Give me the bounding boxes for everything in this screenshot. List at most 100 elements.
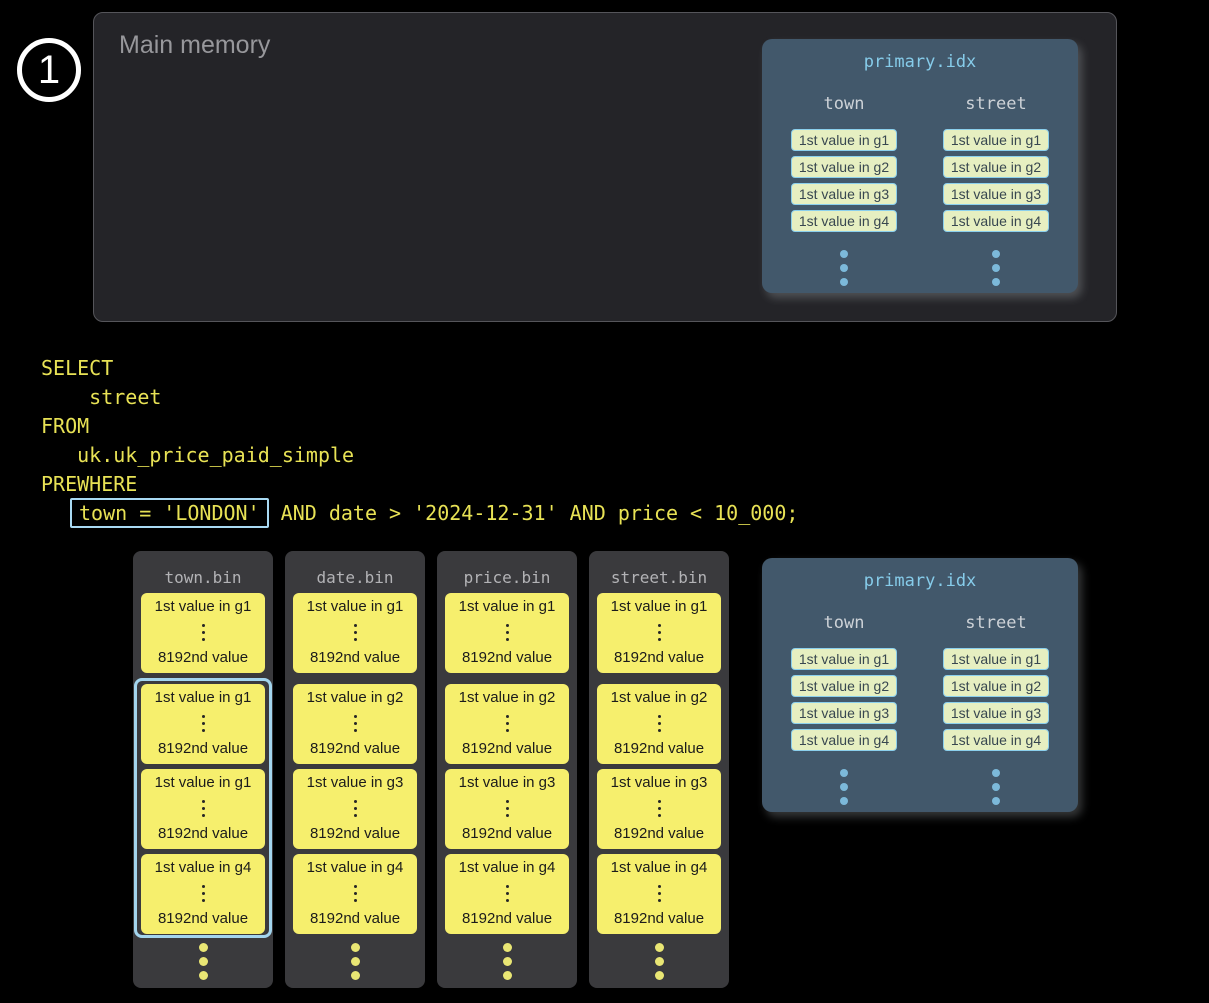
ellipsis-dots	[658, 715, 661, 732]
ellipsis-dots	[589, 943, 729, 980]
index-entry: 1st value in g3	[943, 702, 1049, 724]
sql-line: FROM	[41, 411, 798, 440]
granule-first-value: 1st value in g4	[307, 859, 404, 876]
ellipsis-dots	[506, 715, 509, 732]
column-files-row: town.bin 1st value in g1 8192nd value 1s…	[133, 551, 729, 988]
granule-block: 1st value in g4 8192nd value	[445, 854, 569, 934]
ellipsis-dots	[354, 800, 357, 817]
primary-idx-box-disk: primary.idx town 1st value in g1 1st val…	[762, 558, 1078, 812]
granule-first-value: 1st value in g4	[155, 859, 252, 876]
granule-last-value: 8192nd value	[462, 910, 552, 927]
granule-first-value: 1st value in g1	[611, 598, 708, 615]
ellipsis-dots	[840, 250, 848, 286]
ellipsis-dots	[285, 943, 425, 980]
index-entry: 1st value in g1	[943, 648, 1049, 670]
granule-first-value: 1st value in g1	[155, 689, 252, 706]
index-column-town: town 1st value in g1 1st value in g2 1st…	[791, 93, 897, 286]
granule-last-value: 8192nd value	[310, 825, 400, 842]
ellipsis-dots	[840, 769, 848, 805]
bin-price: price.bin 1st value in g1 8192nd value 1…	[437, 551, 577, 988]
bin-title: street.bin	[589, 568, 729, 587]
granule-block: 1st value in g2 8192nd value	[445, 684, 569, 764]
ellipsis-dots	[992, 769, 1000, 805]
granule-last-value: 8192nd value	[462, 740, 552, 757]
index-column-street: street 1st value in g1 1st value in g2 1…	[943, 612, 1049, 805]
granule-block: 1st value in g2 8192nd value	[293, 684, 417, 764]
granule-last-value: 8192nd value	[614, 740, 704, 757]
primary-idx-title: primary.idx	[864, 570, 977, 592]
granule-last-value: 8192nd value	[158, 649, 248, 666]
granule-block: 1st value in g4 8192nd value	[597, 854, 721, 934]
granule-last-value: 8192nd value	[614, 910, 704, 927]
diagram-canvas: 1 Main memory primary.idx town 1st value…	[0, 0, 1209, 1003]
granule-block: 1st value in g3 8192nd value	[293, 769, 417, 849]
granule-block: 1st value in g3 8192nd value	[597, 769, 721, 849]
index-column-header-town: town	[824, 93, 865, 115]
granule-last-value: 8192nd value	[310, 910, 400, 927]
granule-last-value: 8192nd value	[158, 740, 248, 757]
bin-title: price.bin	[437, 568, 577, 587]
granule-first-value: 1st value in g3	[307, 774, 404, 791]
ellipsis-dots	[506, 885, 509, 902]
granule-first-value: 1st value in g2	[459, 689, 556, 706]
granule-block: 1st value in g1 8192nd value	[597, 593, 721, 673]
granule-last-value: 8192nd value	[158, 825, 248, 842]
sql-line: uk.uk_price_paid_simple	[41, 440, 798, 469]
sql-prewhere-condition: town = 'LONDON' AND date > '2024-12-31' …	[41, 498, 798, 527]
ellipsis-dots	[354, 624, 357, 641]
index-entry: 1st value in g4	[943, 210, 1049, 232]
granule-block: 1st value in g1 8192nd value	[445, 593, 569, 673]
granule-block: 1st value in g1 8192nd value	[293, 593, 417, 673]
main-memory-title: Main memory	[119, 31, 270, 60]
ellipsis-dots	[658, 624, 661, 641]
index-column-header-street: street	[965, 612, 1026, 634]
granule-last-value: 8192nd value	[614, 649, 704, 666]
index-entry: 1st value in g3	[791, 702, 897, 724]
granule-last-value: 8192nd value	[462, 649, 552, 666]
granule-first-value: 1st value in g2	[611, 689, 708, 706]
granule-first-value: 1st value in g3	[459, 774, 556, 791]
index-column-street: street 1st value in g1 1st value in g2 1…	[943, 93, 1049, 286]
index-entry: 1st value in g4	[791, 729, 897, 751]
bin-date: date.bin 1st value in g1 8192nd value 1s…	[285, 551, 425, 988]
index-column-header-town: town	[824, 612, 865, 634]
index-columns: town 1st value in g1 1st value in g2 1st…	[791, 612, 1049, 805]
granule-block: 1st value in g3 8192nd value	[445, 769, 569, 849]
primary-idx-title: primary.idx	[864, 51, 977, 73]
sql-query: SELECT street FROM uk.uk_price_paid_simp…	[41, 353, 798, 527]
index-entry: 1st value in g1	[943, 129, 1049, 151]
granule-last-value: 8192nd value	[310, 740, 400, 757]
ellipsis-dots	[354, 885, 357, 902]
ellipsis-dots	[992, 250, 1000, 286]
granule-block: 1st value in g1 8192nd value	[141, 769, 265, 849]
granule-last-value: 8192nd value	[310, 649, 400, 666]
ellipsis-dots	[202, 624, 205, 641]
ellipsis-dots	[658, 885, 661, 902]
granule-first-value: 1st value in g4	[611, 859, 708, 876]
prewhere-rest: AND date > '2024-12-31' AND price < 10_0…	[269, 501, 799, 525]
granule-block: 1st value in g1 8192nd value	[141, 593, 265, 673]
ellipsis-dots	[437, 943, 577, 980]
index-entry: 1st value in g2	[791, 675, 897, 697]
index-entry: 1st value in g2	[943, 675, 1049, 697]
prewhere-town-highlight: town = 'LONDON'	[70, 498, 269, 528]
granule-last-value: 8192nd value	[614, 825, 704, 842]
index-entry: 1st value in g3	[791, 183, 897, 205]
granule-block: 1st value in g4 8192nd value	[293, 854, 417, 934]
granule-block: 1st value in g2 8192nd value	[597, 684, 721, 764]
ellipsis-dots	[506, 800, 509, 817]
index-entry: 1st value in g2	[943, 156, 1049, 178]
granule-first-value: 1st value in g2	[307, 689, 404, 706]
step-number-badge: 1	[17, 38, 81, 102]
index-column-town: town 1st value in g1 1st value in g2 1st…	[791, 612, 897, 805]
granule-first-value: 1st value in g1	[155, 598, 252, 615]
index-entry: 1st value in g2	[791, 156, 897, 178]
granule-first-value: 1st value in g3	[611, 774, 708, 791]
index-entry: 1st value in g1	[791, 648, 897, 670]
index-entry: 1st value in g4	[943, 729, 1049, 751]
granule-first-value: 1st value in g1	[307, 598, 404, 615]
index-entry: 1st value in g1	[791, 129, 897, 151]
sql-line: SELECT	[41, 353, 798, 382]
granule-first-value: 1st value in g4	[459, 859, 556, 876]
granule-first-value: 1st value in g1	[459, 598, 556, 615]
